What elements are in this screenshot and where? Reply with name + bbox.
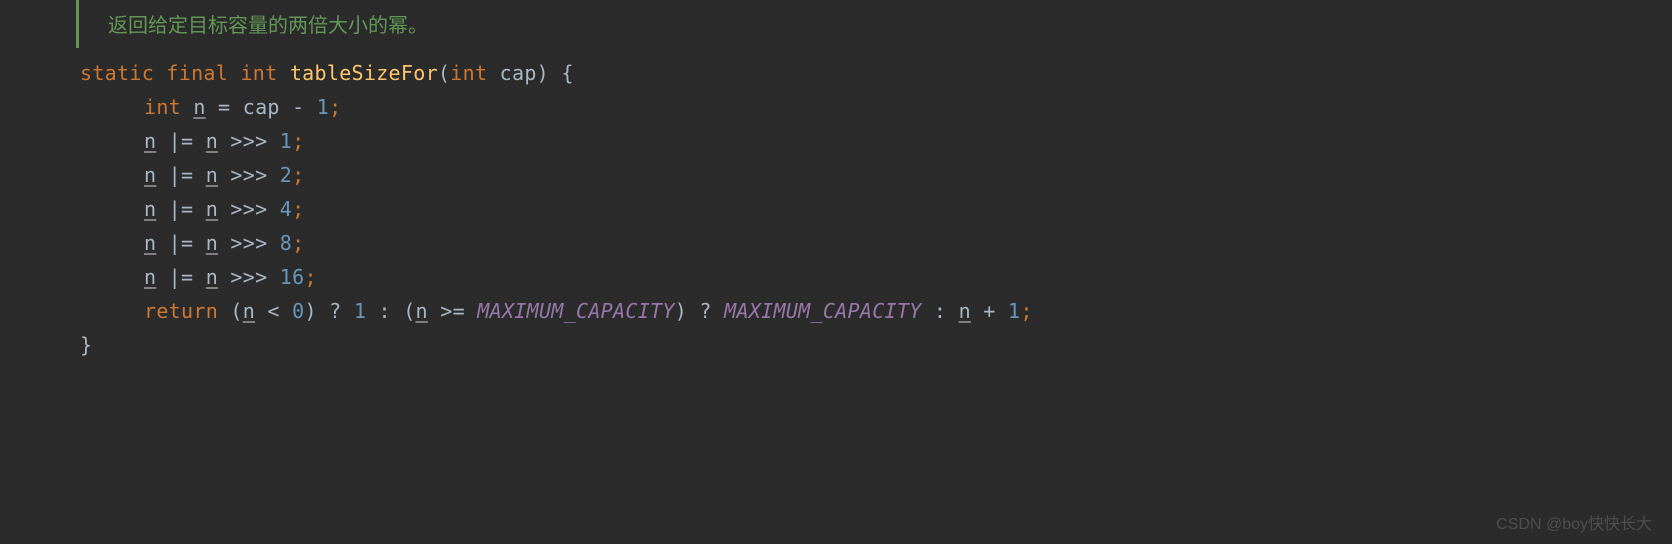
operator-shift: >>> <box>218 163 280 187</box>
var-n: n <box>243 299 255 323</box>
var-n: n <box>144 265 156 289</box>
method-signature: static final int tableSizeFor(int cap) { <box>80 56 1672 90</box>
ternary: : ( <box>366 299 415 323</box>
close-brace: } <box>80 328 1672 362</box>
assign: = cap - <box>206 95 317 119</box>
keyword-int: int <box>144 95 181 119</box>
comment-text: 返回给定目标容量的两倍大小的幂。 <box>80 8 1672 42</box>
semicolon: ; <box>1020 299 1032 323</box>
semicolon: ; <box>292 197 304 221</box>
var-n: n <box>206 265 218 289</box>
javadoc-comment: 返回给定目标容量的两倍大小的幂。 <box>80 8 1672 42</box>
watermark: CSDN @boy快快长大 <box>1496 511 1652 538</box>
operator-shift: >>> <box>218 129 280 153</box>
var-n: n <box>144 163 156 187</box>
var-n: n <box>206 129 218 153</box>
number-literal: 1 <box>317 95 329 119</box>
code-line-3: n |= n >>> 2; <box>80 158 1672 192</box>
operator: |= <box>156 197 205 221</box>
var-n: n <box>959 299 971 323</box>
operator: |= <box>156 231 205 255</box>
ternary: : <box>922 299 959 323</box>
operator-gte: >= <box>428 299 477 323</box>
var-n: n <box>144 231 156 255</box>
comment-bar <box>76 0 79 48</box>
keyword-final: final <box>166 61 228 85</box>
code-line-1: int n = cap - 1; <box>80 90 1672 124</box>
number-literal: 2 <box>280 163 292 187</box>
operator: |= <box>156 129 205 153</box>
paren: ( <box>218 299 243 323</box>
number-literal: 8 <box>280 231 292 255</box>
rparen: ) <box>537 61 549 85</box>
keyword-int: int <box>240 61 277 85</box>
var-n: n <box>193 95 205 119</box>
keyword-return: return <box>144 299 218 323</box>
param-name: cap <box>487 61 536 85</box>
number-literal: 1 <box>1008 299 1020 323</box>
operator-shift: >>> <box>218 265 280 289</box>
number-literal: 1 <box>354 299 366 323</box>
operator-lt: < <box>255 299 292 323</box>
return-statement: return (n < 0) ? 1 : (n >= MAXIMUM_CAPAC… <box>80 294 1672 328</box>
constant: MAXIMUM_CAPACITY <box>724 299 921 323</box>
lparen: ( <box>438 61 450 85</box>
code-line-5: n |= n >>> 8; <box>80 226 1672 260</box>
operator-shift: >>> <box>218 197 280 221</box>
ternary: ) ? <box>304 299 353 323</box>
code-line-6: n |= n >>> 16; <box>80 260 1672 294</box>
var-n: n <box>416 299 428 323</box>
var-n: n <box>144 129 156 153</box>
code-line-2: n |= n >>> 1; <box>80 124 1672 158</box>
var-n: n <box>206 231 218 255</box>
semicolon: ; <box>292 163 304 187</box>
method-name: tableSizeFor <box>290 61 438 85</box>
operator: |= <box>156 163 205 187</box>
code-line-4: n |= n >>> 4; <box>80 192 1672 226</box>
ternary: ) ? <box>675 299 724 323</box>
number-literal: 4 <box>280 197 292 221</box>
code-editor[interactable]: 返回给定目标容量的两倍大小的幂。 static final int tableS… <box>0 0 1672 362</box>
semicolon: ; <box>304 265 316 289</box>
semicolon: ; <box>329 95 341 119</box>
var-n: n <box>206 197 218 221</box>
open-brace: { <box>549 61 574 85</box>
semicolon: ; <box>292 129 304 153</box>
number-literal: 16 <box>280 265 305 289</box>
constant: MAXIMUM_CAPACITY <box>477 299 674 323</box>
number-literal: 1 <box>280 129 292 153</box>
operator-plus: + <box>971 299 1008 323</box>
var-n: n <box>144 197 156 221</box>
var-n: n <box>206 163 218 187</box>
semicolon: ; <box>292 231 304 255</box>
operator: |= <box>156 265 205 289</box>
keyword-static: static <box>80 61 154 85</box>
number-literal: 0 <box>292 299 304 323</box>
param-type: int <box>450 61 487 85</box>
operator-shift: >>> <box>218 231 280 255</box>
